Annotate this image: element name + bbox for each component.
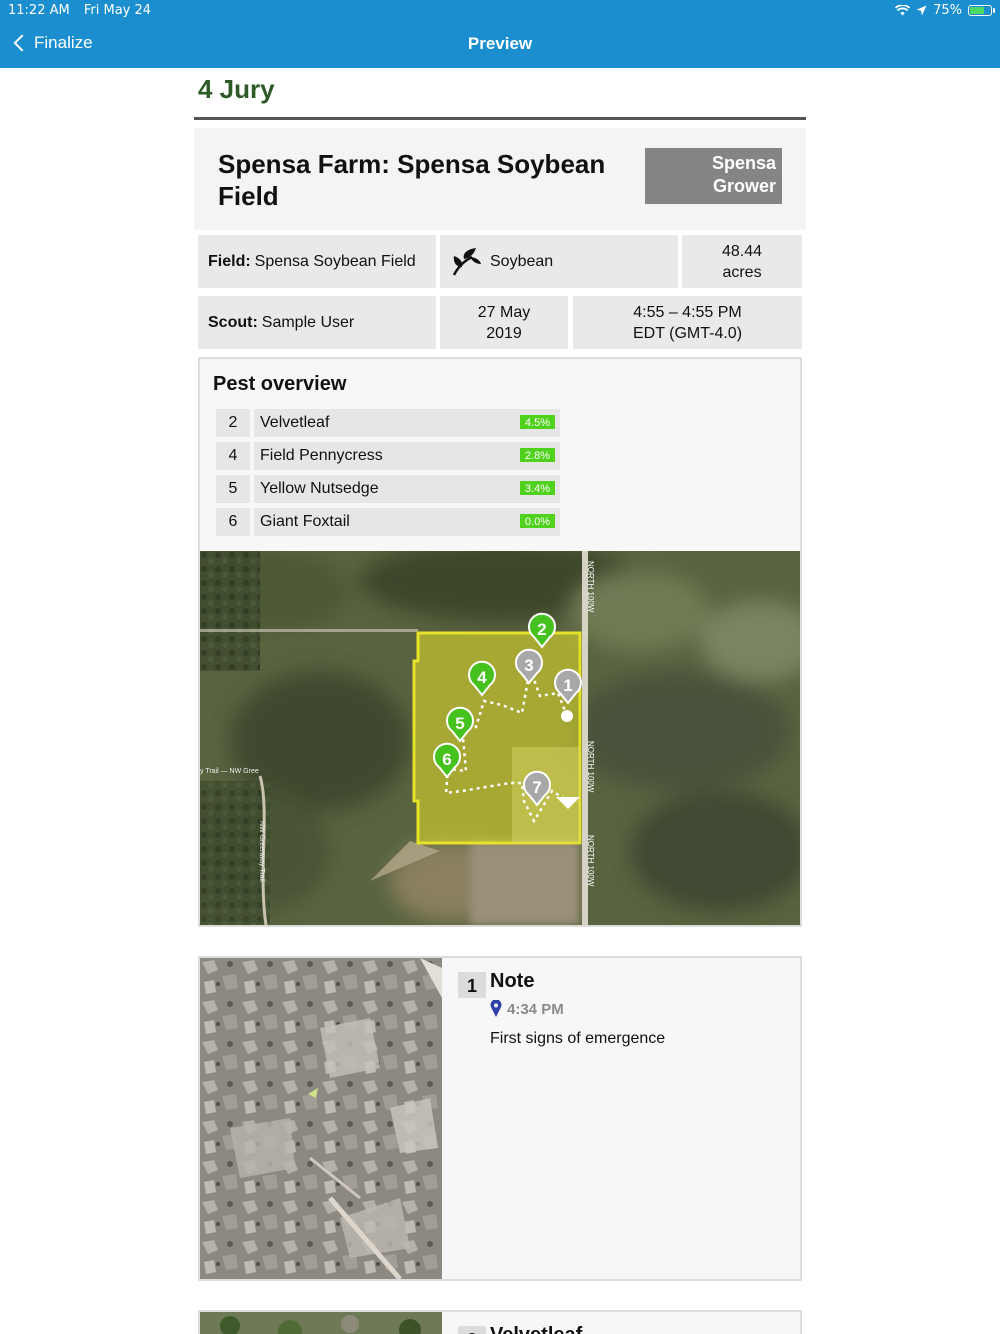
status-bar-left: 11:22 AM Fri May 24 <box>8 3 161 18</box>
battery-percent: 75% <box>933 3 962 18</box>
acres-unit: acres <box>722 263 762 281</box>
date-day: 27 May <box>477 303 531 321</box>
pest-name: Yellow Nutsedge <box>254 475 560 503</box>
scout-cell: Scout: Sample User <box>198 296 436 349</box>
map-road-label: NORTH 100W <box>586 561 595 613</box>
status-time: 11:22 AM <box>8 3 70 18</box>
date-cell: 27 May 2019 <box>440 296 568 349</box>
soybean-plant-icon <box>452 247 481 276</box>
title-divider <box>194 117 806 120</box>
status-date: Fri May 24 <box>83 3 152 18</box>
pest-number: 5 <box>216 475 250 503</box>
marker-label: 2 <box>537 620 546 639</box>
scout-value: Sample User <box>261 313 355 331</box>
observation-title: Note <box>490 970 535 992</box>
observation-card[interactable]: 2 Velvetleaf <box>198 1310 802 1334</box>
marker-label: 3 <box>524 656 533 675</box>
wifi-icon <box>895 5 911 16</box>
map-trail-label: y Trail — NW Gree <box>200 768 259 775</box>
pest-number: 2 <box>216 409 250 437</box>
acres-cell: 48.44 acres <box>682 235 802 288</box>
battery-icon <box>968 5 995 16</box>
observation-card[interactable]: 1 Note 4:34 PM First signs of emergence <box>198 956 802 1281</box>
observation-photo[interactable] <box>200 1312 442 1334</box>
map-road-label: NORTH 100W <box>586 835 595 887</box>
timezone: EDT (GMT-4.0) <box>632 324 743 342</box>
marker-label: 7 <box>532 778 541 797</box>
field-label: Field: <box>208 252 251 270</box>
status-bar-right: 75% <box>895 3 995 18</box>
field-cell: Field: Spensa Soybean Field <box>198 235 436 288</box>
pest-row: 2 Velvetleaf 4.5% <box>216 409 560 437</box>
marker-label: 5 <box>455 714 464 733</box>
pest-row: 6 Giant Foxtail 0.0% <box>216 508 560 536</box>
pest-number: 6 <box>216 508 250 536</box>
pest-overview-heading: Pest overview <box>213 373 347 395</box>
scout-label: Scout: <box>208 313 258 331</box>
page-title: 4 Jury <box>198 74 275 104</box>
battery-fill <box>970 7 985 14</box>
marker-label: 6 <box>442 750 451 769</box>
location-arrow-icon <box>916 5 927 16</box>
pest-percent-badge: 0.0% <box>518 513 556 529</box>
observation-time-row: 4:34 PM <box>490 1000 564 1018</box>
observation-number: 1 <box>458 972 486 998</box>
map-trail-label: NW Greenway Trail <box>258 821 265 882</box>
observation-number: 2 <box>458 1326 486 1334</box>
time-range: 4:55 – 4:55 PM <box>633 303 742 321</box>
soil-photo-image <box>200 958 442 1279</box>
map-pin-icon <box>490 1000 502 1017</box>
grower-badge: Spensa Grower <box>645 148 782 204</box>
pest-overview: Pest overview 2 Velvetleaf 4.5% 4 Field … <box>198 357 802 927</box>
pest-percent-badge: 2.8% <box>518 447 556 463</box>
farm-field-title: Spensa Farm: Spensa Soybean Field <box>218 149 606 211</box>
satellite-map-image: NORTH 100W NORTH 100W NORTH 100W y Trail… <box>200 551 800 925</box>
date-year: 2019 <box>486 324 522 342</box>
pest-percent-badge: 3.4% <box>518 480 556 496</box>
observation-text: First signs of emergence <box>490 1030 666 1047</box>
crop-cell: Soybean <box>440 235 678 288</box>
nav-bar: 11:22 AM Fri May 24 75% Finalize Preview <box>0 0 1000 68</box>
field-value: Spensa Soybean Field <box>254 252 416 270</box>
report-header: Spensa Farm: Spensa Soybean Field Spensa… <box>194 128 806 230</box>
pest-name: Giant Foxtail <box>254 508 560 536</box>
time-cell: 4:55 – 4:55 PM EDT (GMT-4.0) <box>573 296 802 349</box>
pest-row: 4 Field Pennycress 2.8% <box>216 442 560 470</box>
pest-name: Field Pennycress <box>254 442 560 470</box>
pest-percent-badge: 4.5% <box>518 414 556 430</box>
acres-value: 48.44 <box>721 242 763 260</box>
observation-title: Velvetleaf <box>490 1324 582 1334</box>
marker-label: 1 <box>563 676 572 695</box>
pest-name: Velvetleaf <box>254 409 560 437</box>
weed-photo-image <box>200 1312 442 1334</box>
map-road-label: NORTH 100W <box>586 741 595 793</box>
pest-row: 5 Yellow Nutsedge 3.4% <box>216 475 560 503</box>
nav-title: Preview <box>467 34 533 53</box>
crop-value: Soybean <box>490 252 554 270</box>
observation-photo[interactable] <box>200 958 442 1279</box>
marker-label: 4 <box>477 668 487 687</box>
pest-number: 4 <box>216 442 250 470</box>
field-map[interactable]: NORTH 100W NORTH 100W NORTH 100W y Trail… <box>200 551 800 925</box>
observation-time: 4:34 PM <box>507 1000 564 1018</box>
